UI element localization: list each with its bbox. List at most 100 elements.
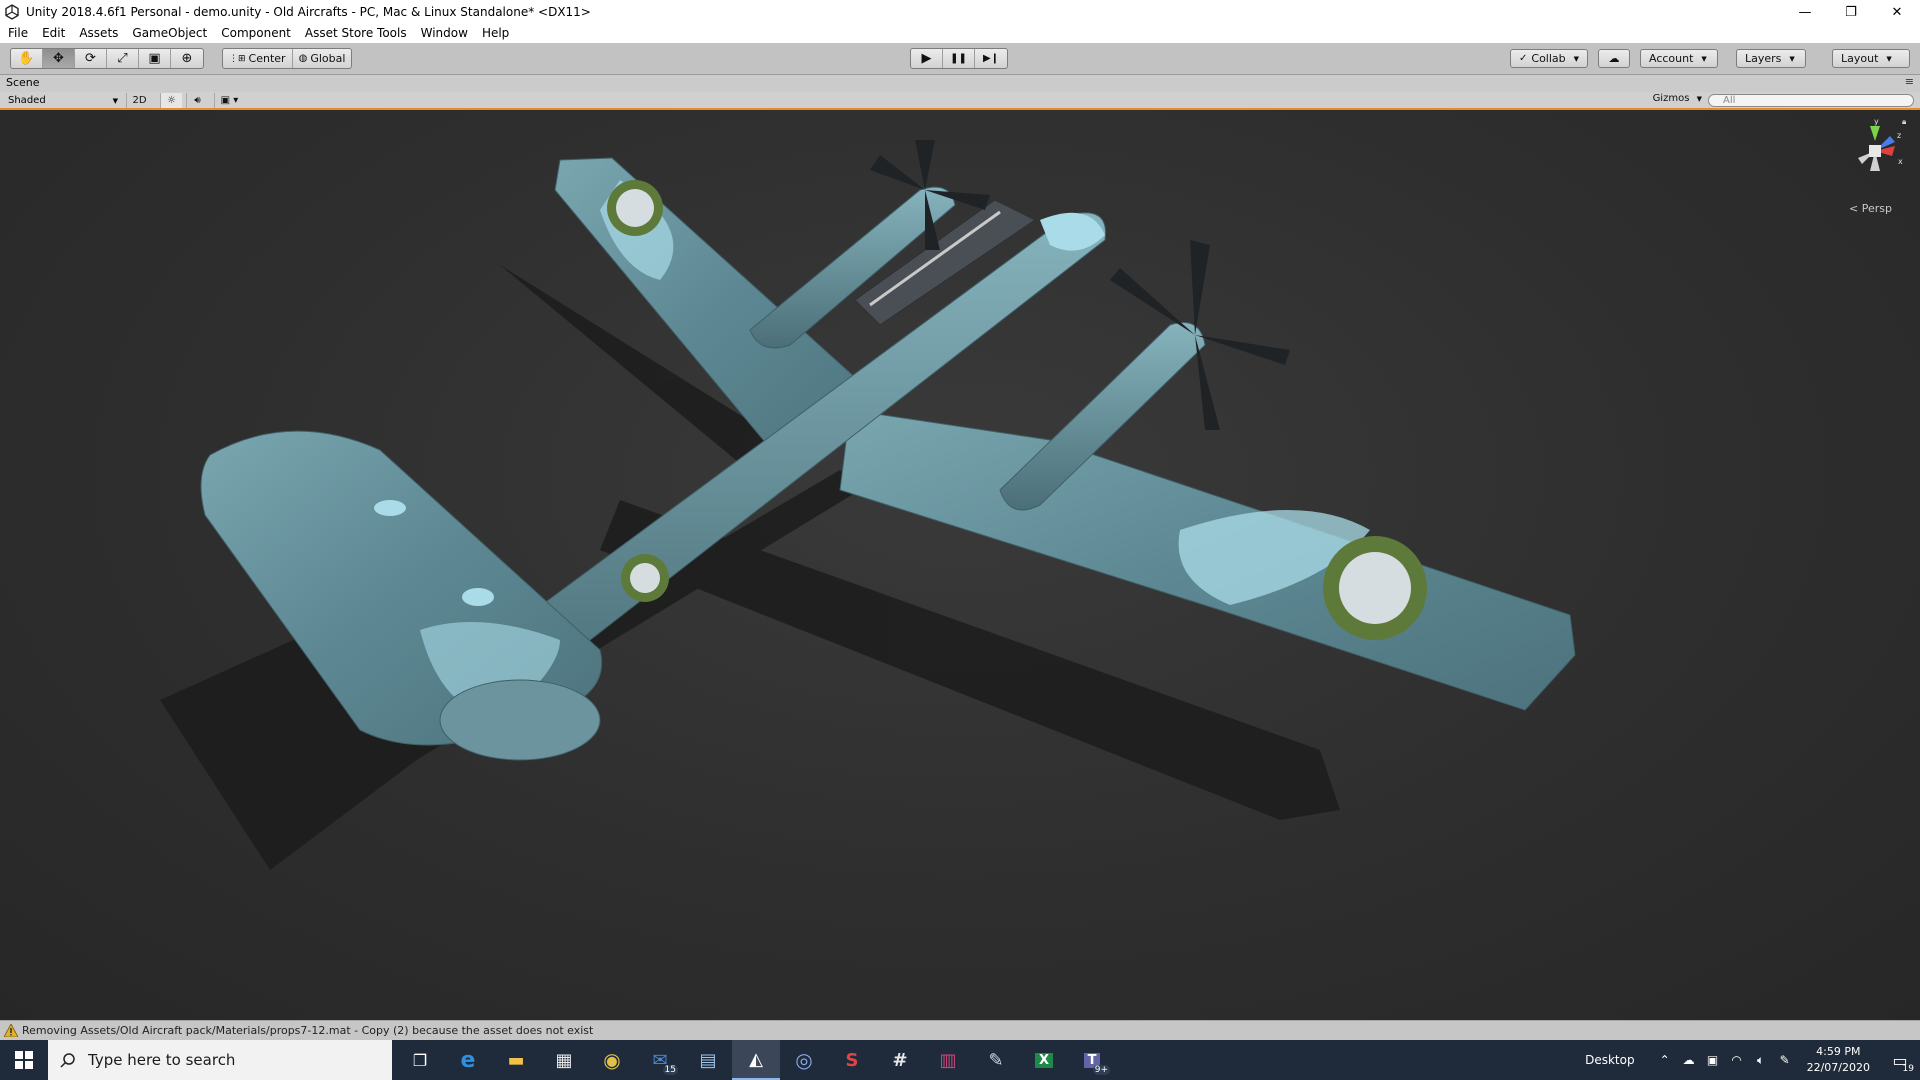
scene-viewport[interactable]: y z x 🔒︎ < Persp — [0, 110, 1920, 1020]
transform-tool-icon[interactable]: ⊕ — [171, 49, 203, 68]
pivot-global-button[interactable]: ◍ Global — [293, 49, 352, 68]
account-label: Account — [1649, 52, 1694, 65]
pen-icon[interactable]: ✎ — [1773, 1053, 1797, 1067]
menu-edit[interactable]: Edit — [42, 26, 65, 40]
move-tool-icon[interactable]: ✥ — [43, 49, 75, 68]
taskbar-search-input[interactable]: Type here to search — [48, 1040, 392, 1080]
mail-icon[interactable]: ✉ 15 — [636, 1040, 684, 1080]
menu-component[interactable]: Component — [221, 26, 291, 40]
restore-button[interactable]: ❐ — [1828, 0, 1874, 24]
play-controls: ▶ ❚❚ ▶❙ — [910, 48, 1008, 69]
clock[interactable]: 4:59 PM 22/07/2020 — [1807, 1044, 1870, 1076]
teams-icon[interactable]: T 9+ — [1068, 1040, 1116, 1080]
show-hidden-icons-icon[interactable]: ⌃ — [1653, 1053, 1677, 1067]
panel-menu-icon[interactable]: ≡ — [1905, 75, 1914, 88]
orientation-gizmo[interactable]: y z x 🔒︎ — [1840, 116, 1910, 196]
cloud-button[interactable]: ☁ — [1598, 49, 1630, 68]
task-view-icon[interactable]: ❐ — [396, 1040, 444, 1080]
system-tray: Desktop ⌃ ☁ ▣ ◠ 🔈︎ ✎ 4:59 PM 22/07/2020 … — [1585, 1040, 1920, 1080]
warning-icon — [4, 1024, 18, 1037]
menu-window[interactable]: Window — [421, 26, 468, 40]
chevron-down-icon: ▼ — [1696, 95, 1702, 103]
search-icon — [60, 1053, 75, 1068]
chevron-down-icon: ▼ — [1701, 54, 1707, 63]
shading-mode-dropdown[interactable]: Shaded ▼ — [4, 93, 122, 108]
collab-button[interactable]: ✓ Collab ▼ — [1510, 49, 1588, 68]
chrome-icon[interactable]: ◉ — [588, 1040, 636, 1080]
slack-icon[interactable]: # — [876, 1040, 924, 1080]
globe-icon: ◍ — [298, 53, 308, 64]
projection-label[interactable]: < Persp — [1849, 202, 1892, 215]
clock-date: 22/07/2020 — [1806, 1061, 1870, 1074]
paint-icon[interactable]: ✎ — [972, 1040, 1020, 1080]
chevron-down-icon: ▼ — [112, 96, 118, 105]
step-button[interactable]: ▶❙ — [975, 49, 1007, 68]
winrar-icon[interactable]: ▥ — [924, 1040, 972, 1080]
menu-bar: File Edit Assets GameObject Component As… — [0, 22, 1920, 43]
windows-logo-icon — [15, 1051, 33, 1069]
unity-icon[interactable]: ◭ — [732, 1040, 780, 1080]
excel-icon[interactable]: X — [1020, 1040, 1068, 1080]
2d-toggle[interactable]: 2D — [126, 93, 152, 108]
network-app-icon[interactable]: ▤ — [684, 1040, 732, 1080]
scale-tool-icon[interactable]: ⤢ — [107, 49, 139, 68]
hand-tool-icon[interactable]: ✋ — [11, 49, 43, 68]
rect-tool-icon[interactable]: ▣ — [139, 49, 171, 68]
teams-badge: 9+ — [1092, 1065, 1110, 1075]
layout-dropdown[interactable]: Layout ▼ — [1832, 49, 1910, 68]
chevron-left-icon: < — [1849, 202, 1859, 215]
layout-label: Layout — [1841, 52, 1879, 65]
menu-file[interactable]: File — [8, 26, 28, 40]
chevron-down-icon: ▼ — [1886, 54, 1892, 63]
shading-mode-label: Shaded — [8, 95, 46, 106]
wifi-icon[interactable]: ◠ — [1725, 1053, 1749, 1067]
store-icon[interactable]: ▦ — [540, 1040, 588, 1080]
effects-dropdown-icon[interactable]: ▣ ▾ — [214, 93, 244, 108]
play-button[interactable]: ▶ — [911, 49, 943, 68]
windows-taskbar: Type here to search ❐ e ▬ ▦ ◉ ✉ 15 ▤ ◭ ◎ … — [0, 1040, 1920, 1080]
lighting-toggle-icon[interactable]: ☼ — [160, 93, 182, 108]
check-icon: ✓ — [1519, 53, 1528, 64]
unity-logo-icon — [5, 4, 19, 20]
scene-tab-bar: Scene ≡ — [0, 75, 1920, 92]
meet-now-icon[interactable]: ▣ — [1701, 1053, 1725, 1067]
gizmos-dropdown[interactable]: Gizmos ▼ — [1653, 93, 1702, 104]
axis-y-label: y — [1874, 117, 1879, 126]
notification-center-icon[interactable]: ▭ 19 — [1880, 1040, 1920, 1080]
tail-fin-tip — [439, 679, 601, 761]
rotate-tool-icon[interactable]: ⟳ — [75, 49, 107, 68]
desktop-toolbar-label[interactable]: Desktop — [1585, 1053, 1635, 1067]
menu-asset-store-tools[interactable]: Asset Store Tools — [305, 26, 407, 40]
notification-count: 19 — [1902, 1064, 1914, 1074]
persp-text: Persp — [1861, 202, 1892, 215]
menu-assets[interactable]: Assets — [79, 26, 118, 40]
account-dropdown[interactable]: Account ▼ — [1640, 49, 1718, 68]
status-bar[interactable]: Removing Assets/Old Aircraft pack/Materi… — [0, 1020, 1920, 1040]
mail-badge: 15 — [662, 1065, 678, 1075]
audio-toggle-icon[interactable]: 🔊︎ — [186, 93, 208, 108]
axis-x-label: x — [1898, 157, 1903, 166]
taskbar-apps: ❐ e ▬ ▦ ◉ ✉ 15 ▤ ◭ ◎ S # ▥ ✎ X T 9+ — [396, 1040, 1116, 1080]
start-button[interactable] — [0, 1040, 48, 1080]
title-bar: Unity 2018.4.6f1 Personal - demo.unity -… — [0, 0, 1920, 24]
edge-icon[interactable]: e — [444, 1040, 492, 1080]
menu-help[interactable]: Help — [482, 26, 509, 40]
cinema4d-icon[interactable]: ◎ — [780, 1040, 828, 1080]
chevron-down-icon: ▼ — [1573, 54, 1580, 63]
lock-icon[interactable]: 🔒︎ — [1902, 117, 1906, 126]
close-button[interactable]: ✕ — [1874, 0, 1920, 24]
file-explorer-icon[interactable]: ▬ — [492, 1040, 540, 1080]
onedrive-icon[interactable]: ☁ — [1677, 1053, 1701, 1067]
scene-toolbar: Shaded ▼ 2D ☼ 🔊︎ ▣ ▾ Gizmos ▼ All — [0, 92, 1920, 110]
menu-gameobject[interactable]: GameObject — [132, 26, 207, 40]
scene-search-input[interactable]: All — [1708, 94, 1914, 107]
transform-tools: ✋ ✥ ⟳ ⤢ ▣ ⊕ — [10, 48, 204, 69]
volume-icon[interactable]: 🔈︎ — [1749, 1053, 1773, 1068]
substance-icon[interactable]: S — [828, 1040, 876, 1080]
minimize-button[interactable]: — — [1782, 0, 1828, 24]
pause-button[interactable]: ❚❚ — [943, 49, 975, 68]
layers-dropdown[interactable]: Layers ▼ — [1736, 49, 1806, 68]
pivot-center-button[interactable]: ⋮⊞ Center — [223, 49, 293, 68]
tab-scene[interactable]: Scene — [6, 76, 40, 89]
main-toolbar: ✋ ✥ ⟳ ⤢ ▣ ⊕ ⋮⊞ Center ◍ Global ▶ ❚❚ ▶❙ ✓… — [0, 43, 1920, 75]
